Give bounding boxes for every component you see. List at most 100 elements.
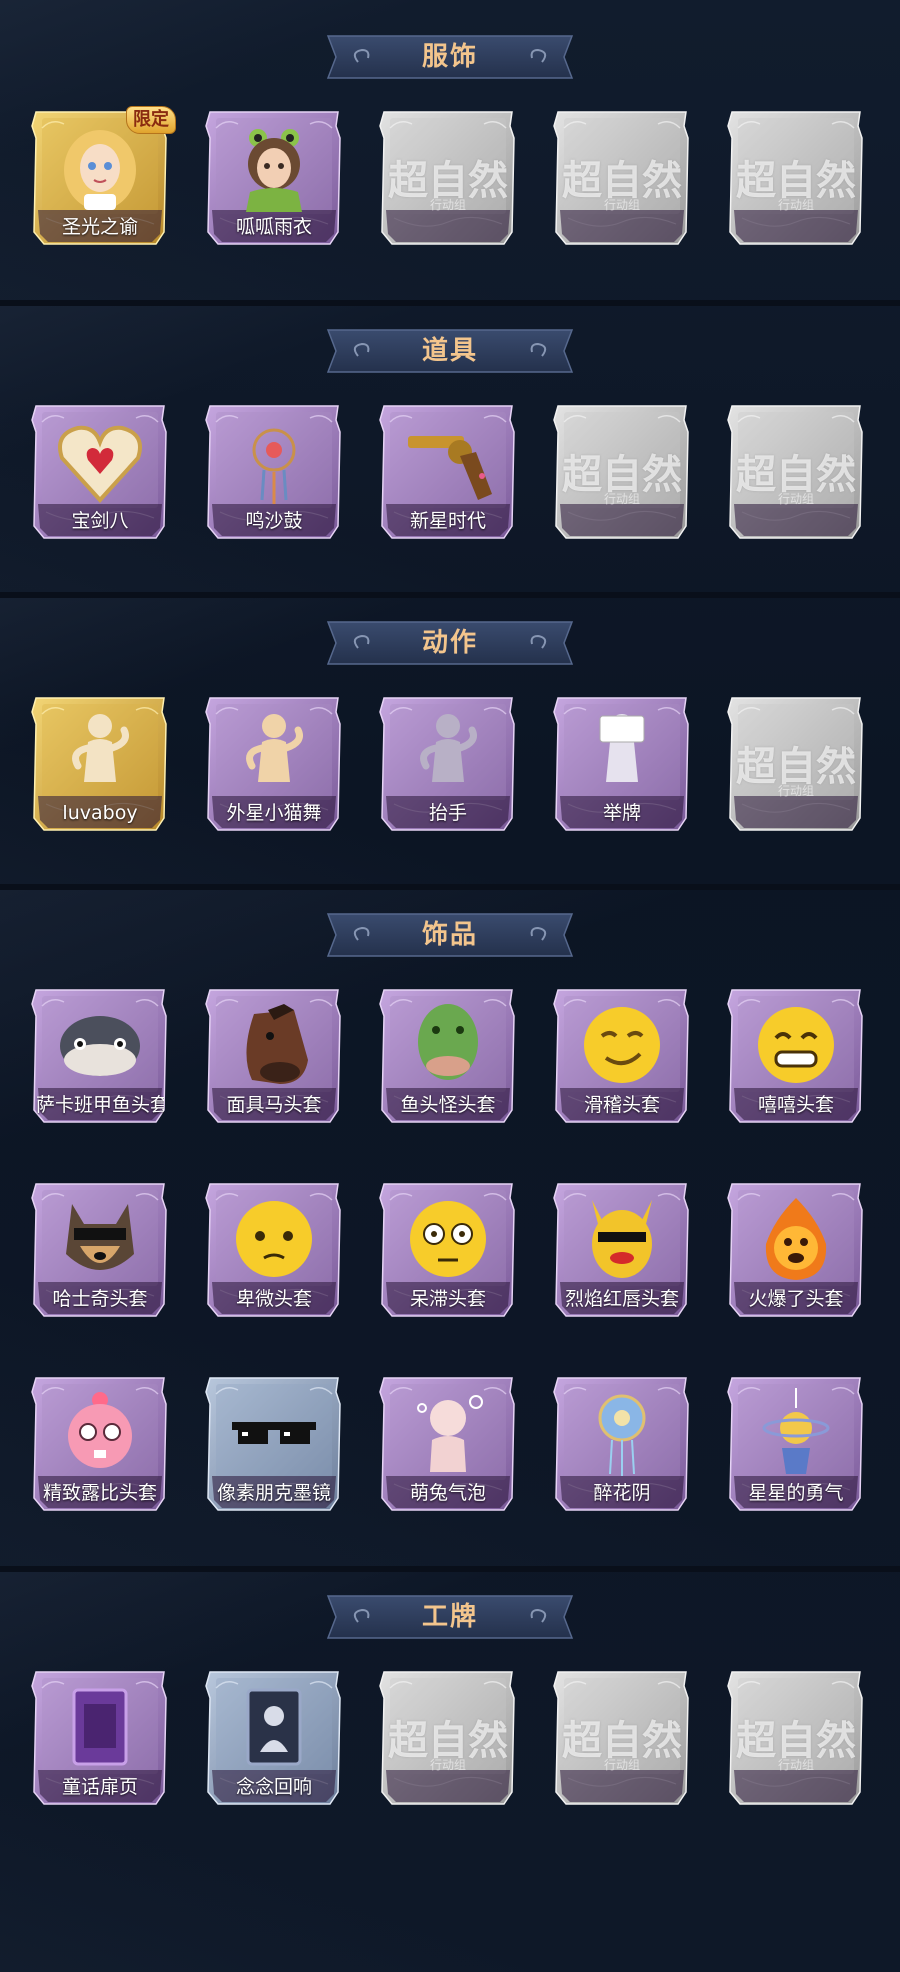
costume-frog-raincoat-icon	[246, 129, 302, 212]
item-card[interactable]: 圣光之谕 限定	[30, 106, 176, 248]
locked-watermark-subtitle: 行动组	[603, 1758, 640, 1772]
locked-item-card[interactable]: 超自然 行动组	[378, 1668, 518, 1808]
item-label: 滑稽头套	[583, 1094, 660, 1116]
item-card[interactable]: 呆滞头套	[378, 1180, 518, 1320]
locked-item-card[interactable]: 超自然 行动组	[552, 1668, 692, 1808]
item-label: 呱呱雨衣	[235, 216, 312, 238]
stunned-emoji-icon	[410, 1201, 486, 1277]
locked-item-card[interactable]: 超自然 行动组	[726, 402, 866, 542]
storybook-card-icon	[72, 1688, 128, 1766]
locked-watermark-subtitle: 行动组	[777, 1758, 814, 1772]
item-label: 精致露比头套	[42, 1482, 157, 1504]
pose-figure-icon	[72, 714, 129, 782]
item-card[interactable]: 烈焰红唇头套	[552, 1180, 692, 1320]
locked-item-card[interactable]: 超自然 行动组	[726, 108, 866, 248]
item-card[interactable]: 宝剑八	[30, 402, 170, 542]
item-label: 星星的勇气	[748, 1482, 844, 1504]
section-banner: 动作	[318, 618, 582, 668]
locked-watermark-subtitle: 行动组	[429, 198, 466, 212]
item-label: 宝剑八	[71, 510, 129, 532]
locked-watermark-subtitle: 行动组	[777, 198, 814, 212]
item-card[interactable]: 抬手	[378, 694, 518, 834]
item-label: 醉花阴	[593, 1482, 651, 1504]
item-card[interactable]: 哈士奇头套	[30, 1180, 170, 1320]
dance-figure-icon	[246, 714, 303, 782]
item-card[interactable]: 萨卡班甲鱼头套	[30, 986, 170, 1126]
item-label: 新星时代	[409, 510, 486, 532]
locked-item-card[interactable]: 超自然 行动组	[552, 108, 692, 248]
husky-sunglasses-icon	[66, 1204, 134, 1270]
locked-item-card[interactable]: 超自然 行动组	[726, 1668, 866, 1808]
locked-item-card[interactable]: 超自然 行动组	[552, 402, 692, 542]
item-label: 抬手	[428, 802, 467, 824]
bubble-figure-icon	[417, 1395, 483, 1472]
item-card[interactable]: 鸣沙鼓	[204, 402, 344, 542]
item-card[interactable]: 童话扉页	[30, 1668, 170, 1808]
limited-badge: 限定	[126, 106, 176, 134]
item-label: 哈士奇头套	[52, 1288, 148, 1310]
item-label: 鸣沙鼓	[245, 510, 303, 532]
item-card[interactable]: 面具马头套	[204, 986, 344, 1126]
horse-mask-icon	[246, 1004, 308, 1084]
item-card[interactable]: 滑稽头套	[552, 986, 692, 1126]
item-card[interactable]: 念念回响	[204, 1668, 344, 1808]
section-banner: 工牌	[318, 1592, 582, 1642]
pixel-sunglasses-icon	[232, 1422, 316, 1444]
fish-head-icon	[60, 1016, 140, 1076]
item-card[interactable]: 醉花阴	[552, 1374, 692, 1514]
section-title: 服饰	[421, 42, 478, 72]
item-card[interactable]: 呱呱雨衣	[204, 108, 344, 248]
item-card[interactable]: 星星的勇气	[726, 1374, 866, 1514]
hold-sign-figure-icon	[599, 714, 645, 782]
pink-beaver-icon	[68, 1392, 132, 1468]
costume-golden-hair-girl-icon	[64, 130, 136, 210]
green-fish-mask-icon	[418, 1004, 478, 1080]
pleading-emoji-icon	[236, 1201, 312, 1277]
star-charm-icon	[762, 1388, 830, 1474]
locked-watermark-subtitle: 行动组	[603, 492, 640, 506]
locked-watermark-subtitle: 行动组	[777, 784, 814, 798]
item-label: 举牌	[602, 802, 641, 824]
locked-watermark-subtitle: 行动组	[429, 1758, 466, 1772]
heart-mirror-icon	[58, 425, 142, 503]
yellow-creature-sunglasses-icon	[592, 1200, 652, 1278]
collection-page: 服饰 圣光之谕 限定 呱呱雨衣 超自然 行动组 超自然 行动组 超自然 行动组 道具 宝剑八 鸣沙鼓 新星…	[0, 0, 900, 1972]
grin-emoji-icon	[758, 1007, 834, 1083]
item-label: 像素朋克墨镜	[216, 1482, 331, 1504]
item-card[interactable]: 精致露比头套	[30, 1374, 170, 1514]
item-card[interactable]: 萌兔气泡	[378, 1374, 518, 1514]
item-label: 烈焰红唇头套	[564, 1288, 679, 1310]
item-card[interactable]: 新星时代	[378, 402, 518, 542]
item-card[interactable]: 鱼头怪头套	[378, 986, 518, 1126]
fire-spirit-icon	[765, 1198, 827, 1280]
locked-item-card[interactable]: 超自然 行动组	[726, 694, 866, 834]
item-card[interactable]: 举牌	[552, 694, 692, 834]
item-card[interactable]: 像素朋克墨镜	[204, 1374, 344, 1514]
item-card[interactable]: 嘻嘻头套	[726, 986, 866, 1126]
section-banner: 饰品	[318, 910, 582, 960]
item-label: 卑微头套	[235, 1288, 312, 1310]
item-card[interactable]: 卑微头套	[204, 1180, 344, 1320]
revolver-icon	[408, 436, 492, 500]
dreamcatcher-icon	[252, 428, 296, 504]
item-label: 念念回响	[235, 1776, 312, 1798]
item-card[interactable]: 火爆了头套	[726, 1180, 866, 1320]
item-label: luvaboy	[62, 802, 138, 824]
section-title: 动作	[421, 628, 478, 658]
floral-ornament-icon	[598, 1394, 646, 1476]
locked-watermark-subtitle: 行动组	[777, 492, 814, 506]
raise-hand-figure-icon	[420, 714, 477, 782]
section-title: 道具	[421, 336, 478, 366]
item-card[interactable]: luvaboy	[30, 694, 170, 834]
item-label: 面具马头套	[226, 1094, 322, 1116]
item-label: 呆滞头套	[409, 1288, 486, 1310]
locked-item-card[interactable]: 超自然 行动组	[378, 108, 518, 248]
item-label: 嘻嘻头套	[757, 1094, 834, 1116]
item-label: 萨卡班甲鱼头套	[36, 1094, 164, 1116]
item-label: 外星小猫舞	[226, 802, 322, 824]
item-label: 火爆了头套	[748, 1288, 844, 1310]
section-banner: 道具	[318, 326, 582, 376]
section-banner: 服饰	[318, 32, 582, 82]
item-card[interactable]: 外星小猫舞	[204, 694, 344, 834]
item-label: 圣光之谕	[61, 216, 138, 238]
